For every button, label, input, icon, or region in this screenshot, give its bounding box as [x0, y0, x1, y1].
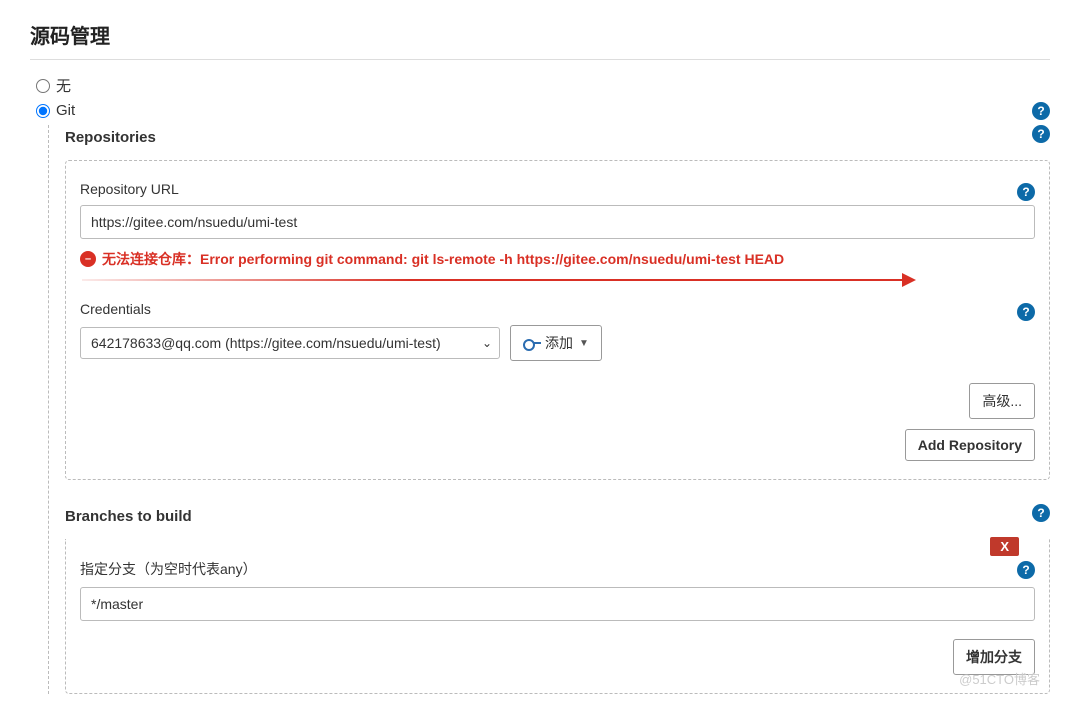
- scm-none-radio[interactable]: [36, 79, 50, 93]
- add-repository-button[interactable]: Add Repository: [905, 429, 1035, 461]
- error-icon: –: [80, 251, 96, 267]
- add-repository-label: Add Repository: [918, 437, 1022, 453]
- add-branch-button[interactable]: 增加分支: [953, 639, 1035, 675]
- help-icon[interactable]: ?: [1017, 303, 1035, 321]
- scm-git-label[interactable]: Git: [56, 102, 75, 119]
- branch-block: X 指定分支（为空时代表any） ? 增加分支: [65, 539, 1050, 694]
- help-icon[interactable]: ?: [1032, 102, 1050, 120]
- add-credentials-button[interactable]: 添加 ▼: [510, 325, 602, 361]
- advanced-button[interactable]: 高级...: [969, 383, 1035, 419]
- annotation-arrow: [82, 273, 1035, 287]
- delete-branch-button[interactable]: X: [990, 537, 1019, 556]
- branch-spec-input[interactable]: [80, 587, 1035, 621]
- repo-url-input[interactable]: [80, 205, 1035, 239]
- repo-url-label: Repository URL: [80, 181, 1035, 197]
- help-icon[interactable]: ?: [1032, 504, 1050, 522]
- repository-block: Repository URL ? – 无法连接仓库：Error performi…: [65, 160, 1050, 480]
- error-message: – 无法连接仓库：Error performing git command: g…: [80, 249, 1035, 269]
- key-icon: [523, 338, 539, 348]
- section-title: 源码管理: [30, 20, 1050, 60]
- credentials-select[interactable]: 642178633@qq.com (https://gitee.com/nsue…: [80, 327, 500, 359]
- scm-git-radio[interactable]: [36, 104, 50, 118]
- scm-none-label[interactable]: 无: [56, 75, 71, 96]
- help-icon[interactable]: ?: [1017, 183, 1035, 201]
- add-credentials-label: 添加: [545, 333, 573, 353]
- advanced-button-label: 高级...: [982, 391, 1022, 411]
- help-icon[interactable]: ?: [1032, 125, 1050, 143]
- error-text: 无法连接仓库：Error performing git command: git…: [102, 249, 784, 269]
- repositories-label: Repositories: [65, 125, 1050, 150]
- branch-spec-label: 指定分支（为空时代表any）: [80, 559, 1035, 579]
- help-icon[interactable]: ?: [1017, 561, 1035, 579]
- add-branch-label: 增加分支: [966, 647, 1022, 667]
- branches-label: Branches to build: [65, 504, 1050, 529]
- credentials-label: Credentials: [80, 301, 1035, 317]
- chevron-down-icon: ▼: [579, 338, 589, 349]
